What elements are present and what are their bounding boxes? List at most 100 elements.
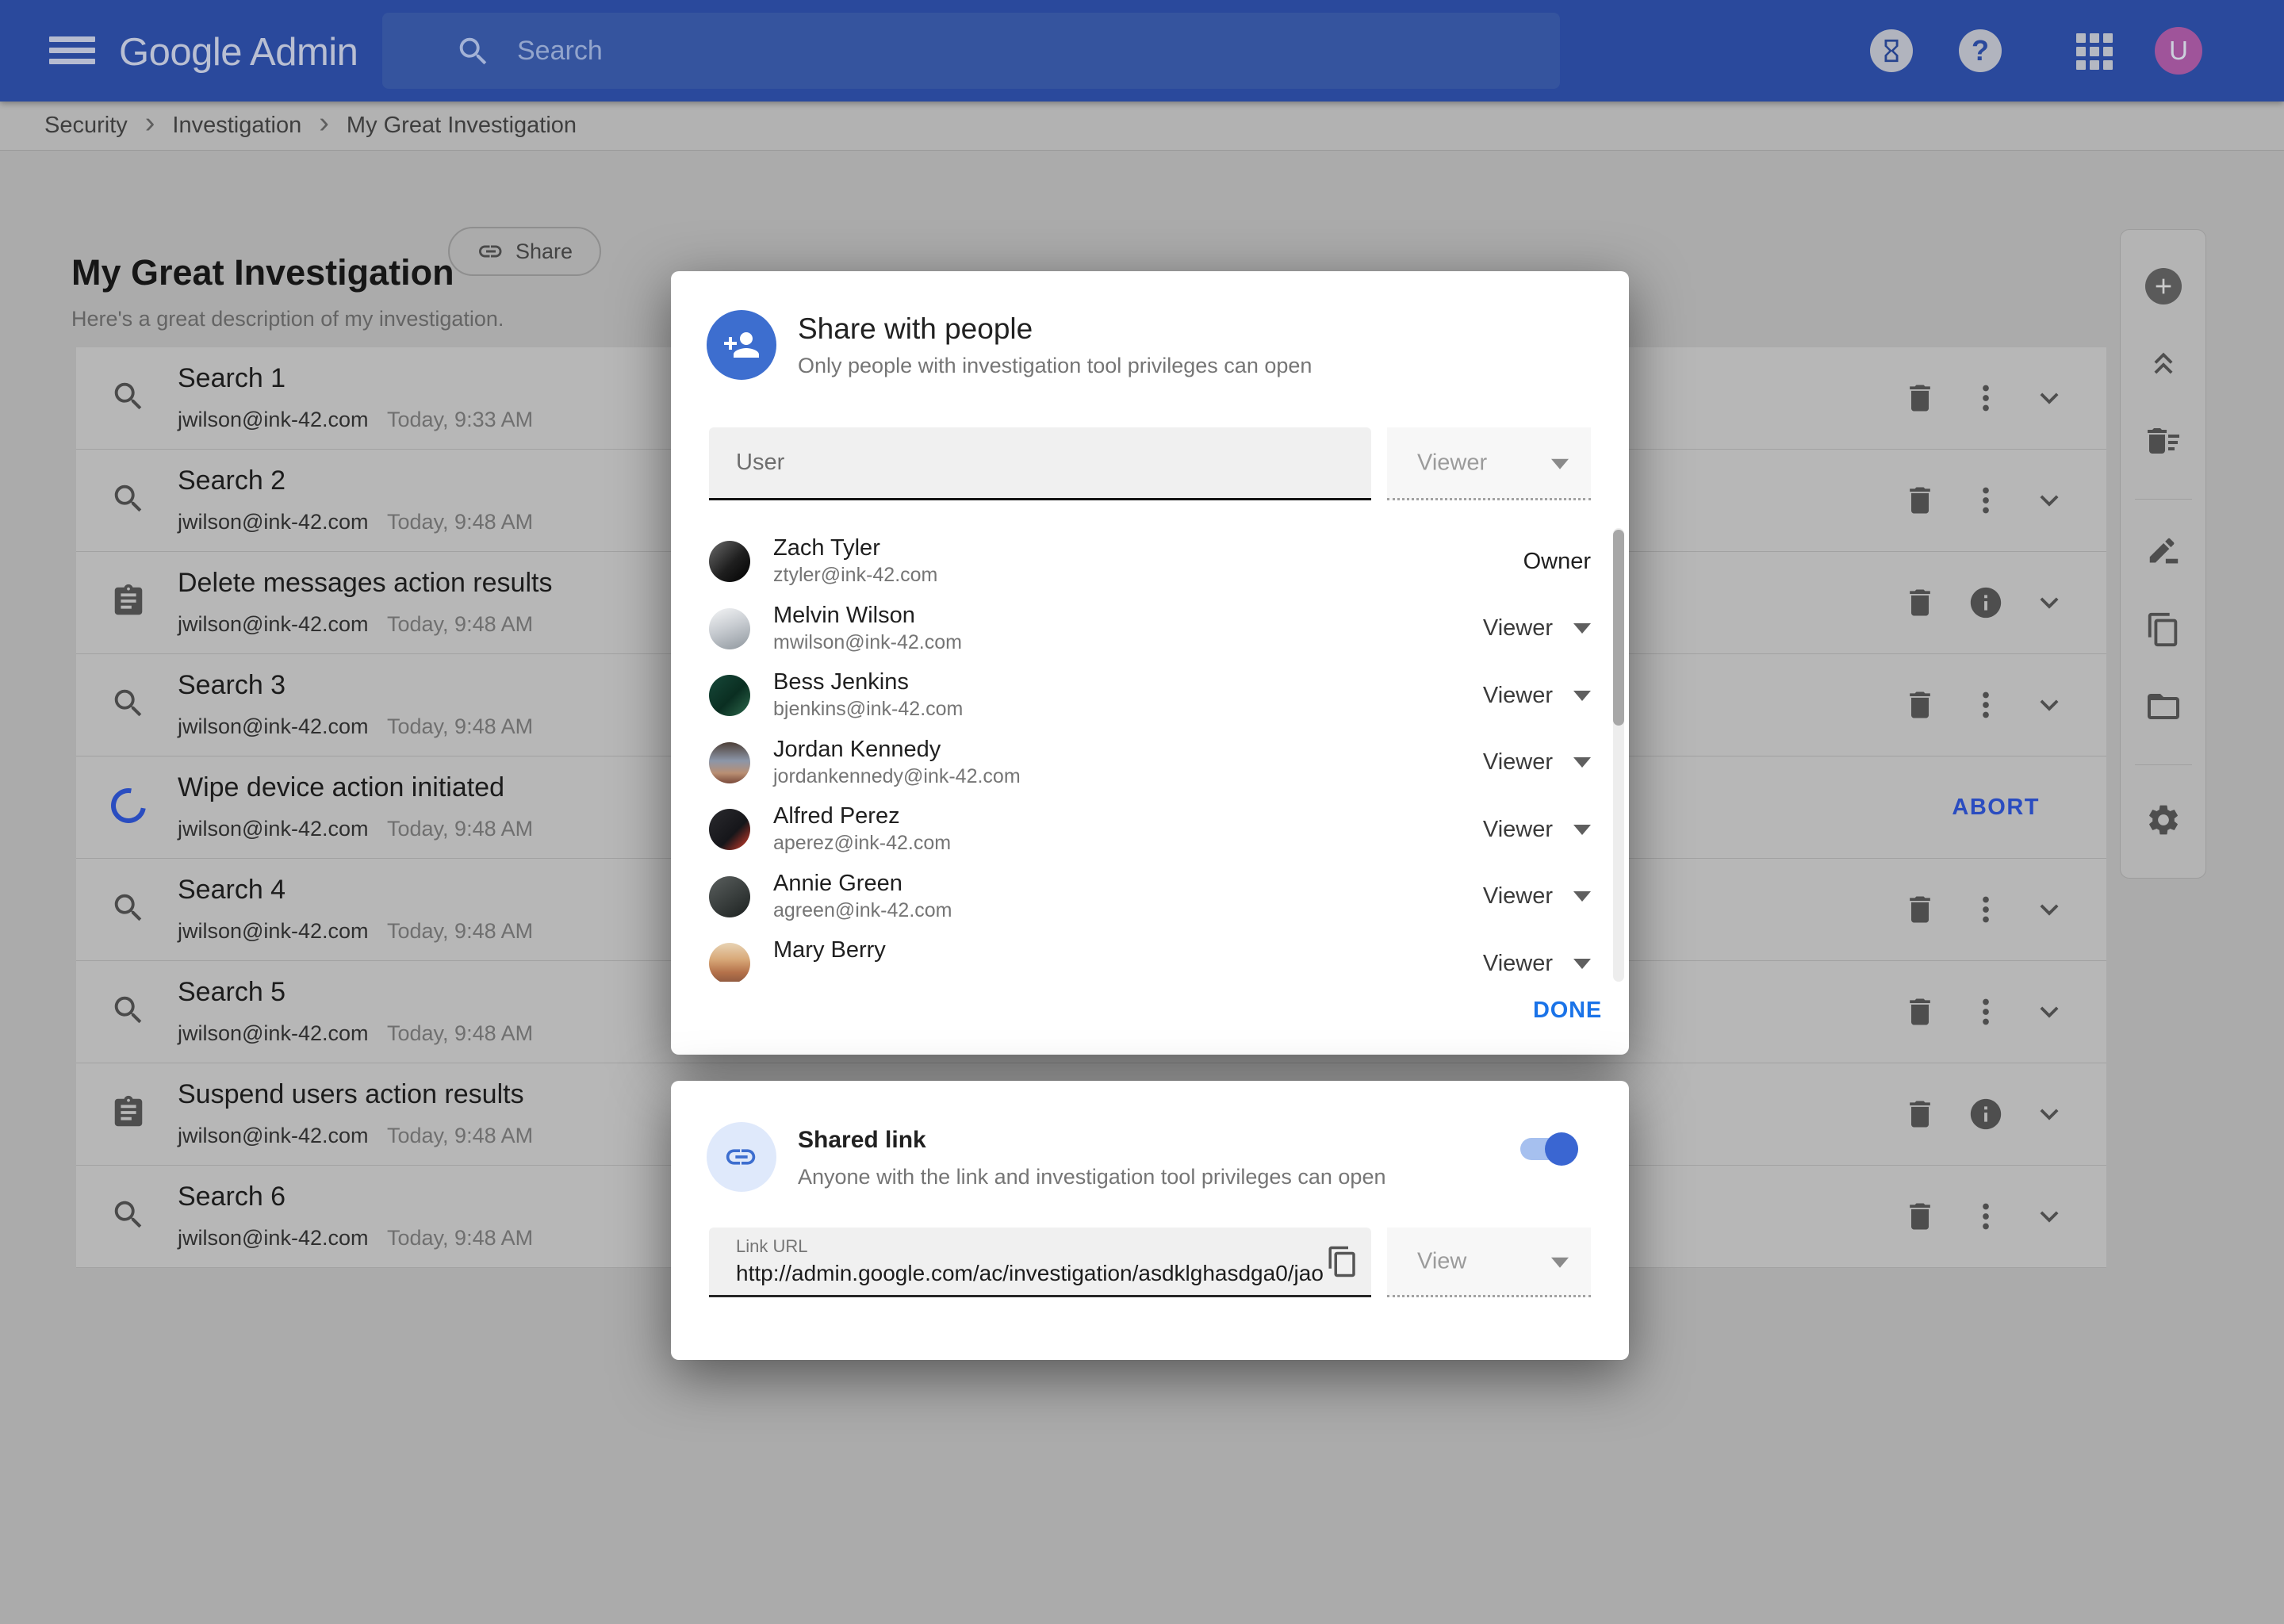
info-icon[interactable]: [1967, 1095, 2005, 1133]
person-email: agreen@ink-42.com: [773, 899, 952, 922]
avatar: [709, 809, 750, 850]
scrollbar-thumb[interactable]: [1613, 530, 1624, 726]
expand-row-icon[interactable]: [2030, 1095, 2068, 1133]
expand-row-icon[interactable]: [2030, 379, 2068, 417]
dropdown-caret-icon: [1573, 825, 1591, 835]
row-timestamp: Today, 9:48 AM: [387, 1124, 533, 1148]
person-role-select[interactable]: Viewer: [1483, 864, 1591, 931]
delete-icon[interactable]: [1901, 584, 1939, 622]
person-role-select[interactable]: Viewer: [1483, 730, 1591, 797]
plus-icon: [2151, 274, 2176, 299]
help-button[interactable]: ?: [1959, 29, 2002, 72]
breadcrumb-investigation[interactable]: Investigation: [172, 113, 301, 139]
role-select-value: Viewer: [1417, 450, 1487, 476]
breadcrumb-security[interactable]: Security: [44, 113, 128, 139]
search-icon: [108, 683, 149, 724]
delete-icon[interactable]: [1901, 686, 1939, 724]
avatar: [709, 742, 750, 783]
search-icon: [108, 990, 149, 1031]
more-options-icon[interactable]: [1967, 379, 2005, 417]
person-role-select[interactable]: Viewer: [1483, 662, 1591, 730]
person-role-select[interactable]: Owner: [1523, 528, 1591, 596]
add-button[interactable]: [2145, 268, 2182, 304]
share-button-label: Share: [515, 239, 573, 264]
dropdown-caret-icon: [1573, 891, 1591, 902]
pencil-icon: [2145, 535, 2182, 572]
folder-icon: [2144, 688, 2182, 726]
share-button[interactable]: Share: [448, 227, 601, 276]
logo-google: Google: [119, 31, 242, 74]
pending-tasks-button[interactable]: [1870, 29, 1913, 72]
link-url-value[interactable]: http://admin.google.com/ac/investigation…: [736, 1261, 1324, 1286]
person-role-select[interactable]: Viewer: [1483, 930, 1591, 982]
delete-icon[interactable]: [1901, 379, 1939, 417]
expand-row-icon[interactable]: [2030, 686, 2068, 724]
search-icon: [108, 376, 149, 417]
more-options-icon[interactable]: [1967, 686, 2005, 724]
delete-icon[interactable]: [1901, 993, 1939, 1031]
more-options-icon[interactable]: [1967, 1197, 2005, 1235]
page-title: My Great Investigation: [71, 252, 454, 293]
person-role-select[interactable]: Viewer: [1483, 596, 1591, 663]
dialog-subtitle: Only people with investigation tool priv…: [798, 354, 1312, 378]
breadcrumb: Security › Investigation › My Great Inve…: [0, 102, 2284, 151]
account-avatar[interactable]: U: [2155, 27, 2202, 75]
dropdown-caret-icon: [1573, 757, 1591, 768]
shared-link-toggle[interactable]: [1520, 1138, 1578, 1160]
search-icon: [108, 478, 149, 519]
search-input[interactable]: [515, 13, 1531, 89]
expand-row-icon[interactable]: [2030, 481, 2068, 519]
expand-row-icon[interactable]: [2030, 993, 2068, 1031]
people-list: Zach Tyler ztyler@ink-42.com Owner Melvi…: [671, 528, 1629, 982]
link-role-select[interactable]: View: [1387, 1228, 1591, 1297]
person-add-icon: [707, 310, 776, 380]
scrollbar-track[interactable]: [1613, 528, 1624, 982]
info-icon[interactable]: [1967, 584, 2005, 622]
share-with-people-dialog: Share with people Only people with inves…: [671, 271, 1629, 1055]
clipboard-icon: [108, 580, 149, 622]
row-title: Search 4: [178, 875, 286, 906]
move-to-folder-button[interactable]: [2144, 688, 2182, 726]
more-options-icon[interactable]: [1967, 891, 2005, 929]
person-row: Bess Jenkins bjenkins@ink-42.com Viewer: [671, 662, 1629, 730]
duplicate-button[interactable]: [2144, 611, 2182, 649]
expand-row-icon[interactable]: [2030, 1197, 2068, 1235]
avatar: [709, 541, 750, 582]
done-button[interactable]: DONE: [1533, 998, 1602, 1024]
row-title: Search 3: [178, 670, 286, 701]
admin-console-page: GoogleAdmin ? U Security › Investigation…: [0, 0, 2284, 1624]
settings-button[interactable]: [2144, 801, 2182, 839]
delete-icon[interactable]: [1901, 891, 1939, 929]
person-row: Annie Green agreen@ink-42.com Viewer: [671, 864, 1629, 931]
shared-link-subtitle: Anyone with the link and investigation t…: [798, 1165, 1385, 1189]
delete-icon[interactable]: [1901, 1095, 1939, 1133]
copy-link-button[interactable]: [1324, 1243, 1361, 1280]
search-icon: [455, 33, 492, 70]
person-name: Annie Green: [773, 871, 902, 897]
expand-row-icon[interactable]: [2030, 891, 2068, 929]
row-owner-email: jwilson@ink-42.com: [178, 714, 368, 739]
more-options-icon[interactable]: [1967, 481, 2005, 519]
menu-icon[interactable]: [49, 36, 95, 65]
apps-grid-icon[interactable]: [2076, 33, 2113, 70]
collapse-all-button[interactable]: [2144, 344, 2182, 382]
person-role-select[interactable]: Viewer: [1483, 796, 1591, 864]
avatar: [709, 943, 750, 982]
edit-button[interactable]: [2144, 534, 2182, 573]
user-input[interactable]: [709, 427, 1371, 498]
row-owner-email: jwilson@ink-42.com: [178, 510, 368, 534]
abort-button[interactable]: ABORT: [1952, 756, 2040, 859]
clear-list-button[interactable]: [2144, 422, 2182, 460]
delete-icon[interactable]: [1901, 481, 1939, 519]
dropdown-caret-icon: [1573, 623, 1591, 634]
person-role-value: Viewer: [1483, 951, 1553, 977]
row-timestamp: Today, 9:48 AM: [387, 612, 533, 637]
copy-icon: [1326, 1245, 1359, 1278]
role-select[interactable]: Viewer: [1387, 427, 1591, 500]
dropdown-caret-icon: [1551, 458, 1569, 469]
delete-icon[interactable]: [1901, 1197, 1939, 1235]
more-options-icon[interactable]: [1967, 993, 2005, 1031]
dropdown-caret-icon: [1573, 691, 1591, 701]
expand-row-icon[interactable]: [2030, 584, 2068, 622]
person-name: Jordan Kennedy: [773, 737, 941, 763]
